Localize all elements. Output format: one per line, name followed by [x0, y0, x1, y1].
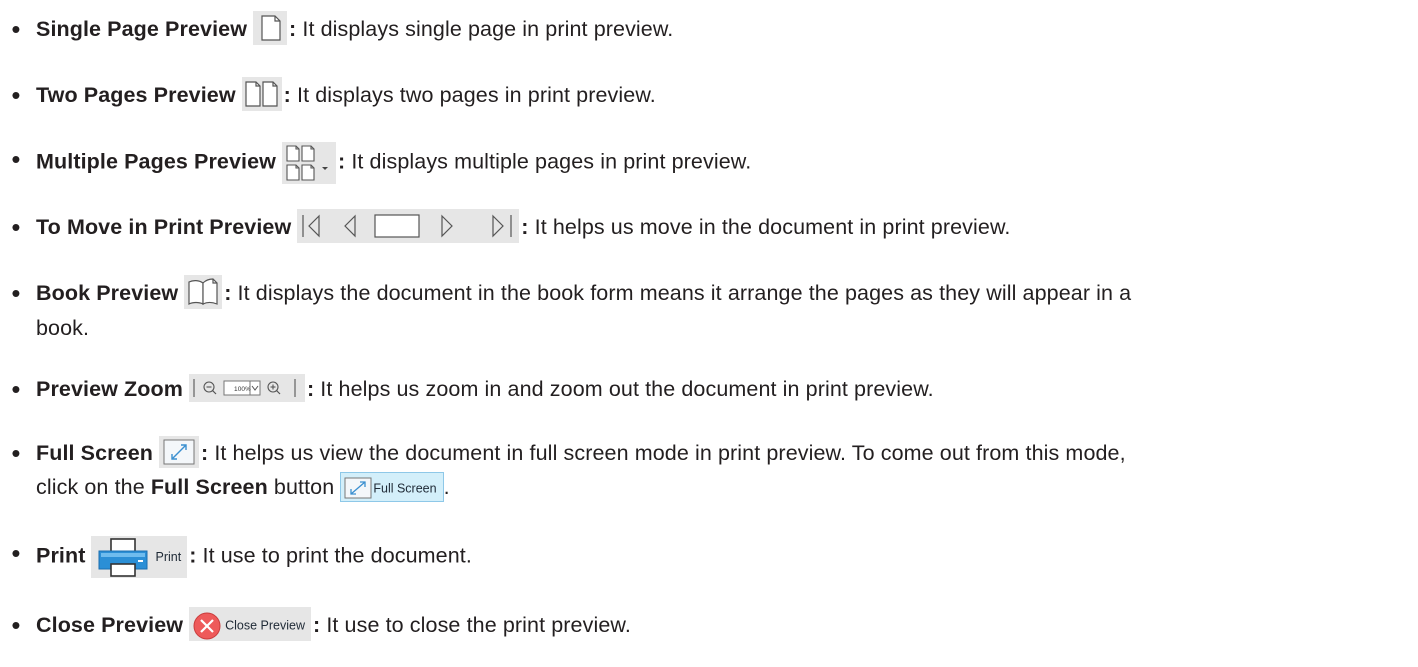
item-title: Book Preview [36, 281, 179, 305]
zoom-value: 100% [234, 386, 251, 393]
zoom-out-icon [203, 381, 217, 395]
bullet: • [11, 538, 21, 568]
inline-text: . [443, 475, 450, 500]
item-description: It helps us move in the document in prin… [528, 215, 1011, 239]
item-description-continued: book. [36, 316, 90, 341]
item-description: It use to print the document. [196, 543, 472, 568]
item-title: To Move in Print Preview [36, 215, 292, 239]
print-button[interactable]: Print [91, 536, 188, 578]
multiple-pages-icon[interactable] [281, 142, 336, 184]
item-title: Two Pages Preview [36, 83, 236, 107]
bullet: • [11, 610, 21, 640]
inline-text: button [267, 475, 341, 500]
item-title: Multiple Pages Preview [36, 149, 276, 174]
bullet: • [11, 278, 21, 308]
bullet: • [11, 14, 21, 44]
button-label: Full Screen [373, 480, 437, 495]
first-page-icon [302, 214, 320, 238]
full-screen-icon [344, 477, 372, 499]
bullet: • [11, 144, 21, 174]
printer-icon [98, 538, 148, 577]
last-page-icon [492, 214, 512, 238]
separator: : [521, 215, 529, 239]
inline-bold: Full Screen [150, 475, 268, 500]
button-label: Close Preview [225, 618, 305, 633]
item-title: Print [36, 543, 86, 568]
close-icon [193, 612, 221, 640]
bullet: • [11, 374, 21, 404]
bullet: • [11, 80, 21, 110]
zoom-in-icon [267, 381, 281, 395]
item-description: It displays two pages in print preview. [290, 83, 656, 107]
item-description: It helps us zoom in and zoom out the doc… [314, 377, 934, 401]
item-description: It displays the document in the book for… [231, 281, 1132, 305]
item-title: Preview Zoom [36, 377, 183, 401]
navigation-icons [297, 209, 520, 244]
item-title: Single Page Preview [36, 17, 248, 41]
button-label: Print [155, 550, 182, 564]
zoom-icons: 100% [188, 374, 305, 403]
item-description: It displays multiple pages in print prev… [345, 149, 752, 174]
item-description: It use to close the print preview. [320, 613, 631, 637]
next-page-icon [441, 214, 454, 238]
separator: : [283, 83, 291, 107]
bullet: • [11, 212, 21, 242]
item-title: Full Screen [36, 441, 153, 465]
two-pages-icon[interactable] [241, 77, 282, 112]
item-description-continued: click on the [36, 475, 151, 500]
item-description: It helps us view the document in full sc… [208, 441, 1126, 465]
single-page-icon[interactable] [253, 11, 288, 46]
bullet: • [11, 438, 21, 468]
item-description: It displays single page in print preview… [296, 17, 674, 41]
page-number-box [374, 214, 420, 238]
full-screen-button[interactable]: Full Screen [340, 471, 444, 502]
close-preview-button[interactable]: Close Preview [189, 607, 311, 642]
item-title: Close Preview [36, 613, 184, 637]
previous-page-icon [344, 214, 356, 238]
book-preview-icon[interactable] [184, 275, 223, 310]
full-screen-icon[interactable] [159, 436, 199, 469]
